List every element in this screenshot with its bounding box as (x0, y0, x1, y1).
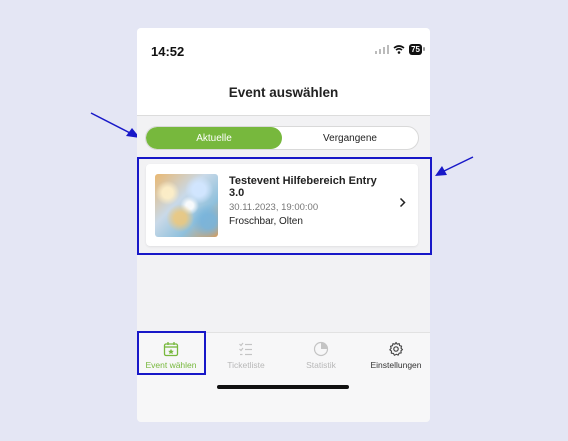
home-indicator (217, 385, 349, 389)
tab-label-ticketliste: Ticketliste (227, 360, 265, 370)
battery-icon: 75 (409, 44, 425, 55)
tab-label-einstellungen: Einstellungen (370, 360, 422, 370)
tab-ticketliste[interactable]: Ticketliste (212, 341, 280, 370)
tab-einstellungen[interactable]: Einstellungen (362, 341, 430, 370)
checklist-icon (239, 342, 252, 356)
segment-vergangene[interactable]: Vergangene (282, 127, 418, 149)
tab-statistik[interactable]: Statistik (287, 341, 355, 370)
gear-icon (389, 341, 404, 356)
tab-label-statistik: Statistik (306, 360, 336, 370)
event-filter-segmented-control: Aktuelle Vergangene (145, 126, 419, 150)
highlight-event-waehlen-tab (137, 331, 206, 375)
status-icons: 75 (375, 44, 425, 55)
wifi-icon (393, 45, 405, 54)
segment-aktuelle[interactable]: Aktuelle (146, 127, 282, 149)
highlight-event-card (137, 157, 432, 255)
pie-chart-icon (313, 341, 329, 357)
cellular-signal-icon (375, 45, 390, 54)
app-header: 14:52 75 Event auswählen (137, 28, 430, 116)
page-title: Event auswählen (228, 85, 339, 100)
annotation-arrow-right (435, 156, 474, 176)
annotation-arrow-left (90, 112, 140, 138)
status-time: 14:52 (151, 44, 185, 59)
